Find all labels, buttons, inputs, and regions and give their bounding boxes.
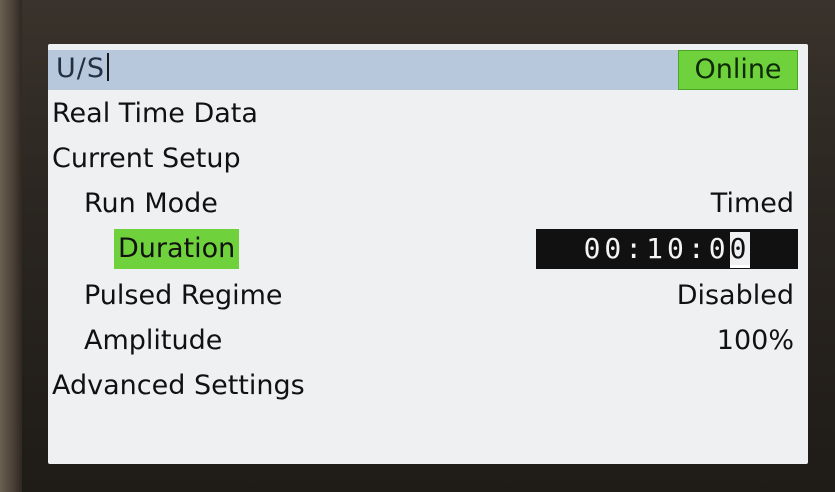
setting-label: Run Mode bbox=[84, 188, 218, 219]
setting-run-mode[interactable]: Run Mode Timed bbox=[48, 182, 808, 226]
menu-item-label: Advanced Settings bbox=[52, 370, 305, 401]
text-cursor-icon bbox=[107, 53, 109, 81]
setting-value: Disabled bbox=[676, 280, 794, 311]
setting-label: Pulsed Regime bbox=[84, 280, 283, 311]
lcd-screen: U/S Online Real Time Data Current Setup … bbox=[48, 44, 808, 464]
duration-edit-digit[interactable]: 0 bbox=[729, 232, 751, 268]
menu-item-label: Current Setup bbox=[52, 143, 241, 174]
setting-value: Timed bbox=[710, 188, 794, 219]
device-housing: U/S Online Real Time Data Current Setup … bbox=[0, 0, 835, 492]
menu-item-label: Real Time Data bbox=[52, 98, 258, 129]
duration-time-editor[interactable]: 00:10:00 bbox=[536, 229, 798, 269]
setting-pulsed-regime[interactable]: Pulsed Regime Disabled bbox=[48, 274, 808, 318]
setting-label-selected: Duration bbox=[114, 229, 240, 269]
device-edge bbox=[0, 0, 22, 492]
menu-item-current-setup[interactable]: Current Setup bbox=[48, 137, 808, 181]
setting-label: Amplitude bbox=[84, 325, 223, 356]
duration-time-value: 00:10:0 bbox=[583, 232, 730, 265]
menu-item-advanced-settings[interactable]: Advanced Settings bbox=[48, 364, 808, 408]
header-title: U/S bbox=[56, 53, 109, 84]
setting-amplitude[interactable]: Amplitude 100% bbox=[48, 319, 808, 363]
menu-item-real-time-data[interactable]: Real Time Data bbox=[48, 92, 808, 136]
header-bar: U/S Online bbox=[48, 50, 798, 90]
setting-duration[interactable]: Duration 00:10:00 bbox=[48, 227, 808, 271]
online-status-badge: Online bbox=[678, 50, 798, 90]
setting-value: 100% bbox=[716, 325, 794, 356]
